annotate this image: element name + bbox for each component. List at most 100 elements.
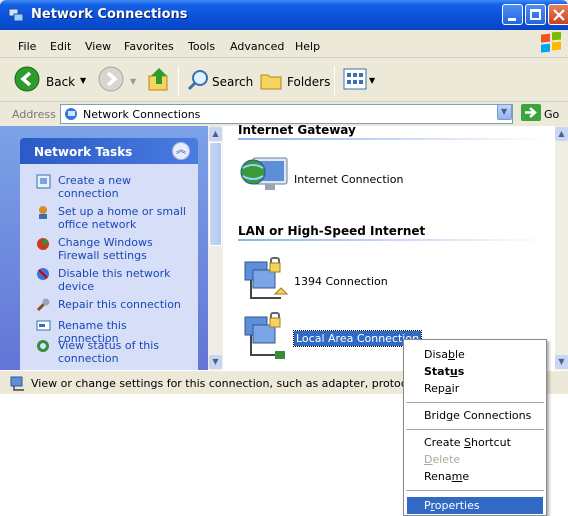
- item-1394-connection[interactable]: 1394 Connection: [294, 275, 388, 288]
- menu-item-repair[interactable]: Repair: [424, 382, 459, 395]
- toolbar-separator: [334, 66, 335, 96]
- menu-separator: [406, 402, 544, 403]
- title-bar[interactable]: Network Connections: [0, 0, 568, 30]
- context-menu: Disable Status Repair Bridge Connections…: [403, 339, 547, 516]
- network-connections-small-icon: [65, 108, 77, 120]
- status-icon: [37, 340, 49, 352]
- menu-text: Stat: [424, 365, 450, 378]
- scroll-up-icon[interactable]: ▲: [209, 127, 222, 141]
- menu-text: Disa: [424, 348, 448, 361]
- menu-separator: [406, 490, 544, 491]
- menu-item-properties[interactable]: Properties: [424, 499, 480, 512]
- local-area-connection-icon[interactable]: [241, 309, 291, 361]
- menu-item-disable[interactable]: Disable: [424, 348, 465, 361]
- address-field[interactable]: Network Connections: [60, 104, 513, 124]
- connections-scrollbar[interactable]: ▲ ▼: [555, 126, 568, 370]
- folders-label: Folders: [287, 75, 331, 89]
- back-dropdown-icon[interactable]: ▼: [80, 76, 86, 85]
- minimize-icon: [508, 18, 516, 21]
- network-tasks-title: Network Tasks: [34, 145, 133, 159]
- folders-icon: [260, 74, 282, 90]
- menu-text: Brid: [424, 409, 447, 422]
- item-local-area-connection[interactable]: Local Area Connection: [292, 330, 423, 347]
- task-create-connection[interactable]: Create a new connection: [58, 174, 188, 200]
- go-arrow-icon: [525, 107, 537, 118]
- menu-file[interactable]: File: [18, 40, 36, 53]
- menu-text: e Connections: [453, 409, 532, 422]
- scroll-up-icon[interactable]: ▲: [555, 127, 568, 141]
- task-repair-connection[interactable]: Repair this connection: [58, 298, 188, 311]
- 1394-connection-icon[interactable]: [241, 254, 291, 304]
- menu-favorites[interactable]: Favorites: [124, 40, 174, 53]
- task-view-status[interactable]: View status of this connection: [58, 339, 188, 365]
- rename-icon: [36, 320, 51, 331]
- status-connection-icon: [10, 376, 24, 391]
- menu-item-rename[interactable]: Rename: [424, 470, 469, 483]
- chevron-down-icon: ▼: [501, 107, 508, 116]
- views-button[interactable]: ▼: [343, 68, 377, 92]
- group-title-lan: LAN or High-Speed Internet: [238, 224, 426, 238]
- minimize-button[interactable]: [502, 4, 523, 25]
- up-folder-icon[interactable]: [147, 66, 171, 92]
- repair-icon: [36, 298, 50, 312]
- views-icon: [343, 68, 367, 90]
- go-label[interactable]: Go: [544, 108, 559, 121]
- internet-connection-icon[interactable]: [239, 152, 291, 198]
- go-button[interactable]: [521, 104, 541, 121]
- menu-text: e: [462, 470, 470, 483]
- scroll-down-icon[interactable]: ▼: [555, 355, 568, 369]
- menu-text: le: [454, 348, 465, 361]
- address-value: Network Connections: [83, 108, 201, 121]
- address-label: Address: [12, 108, 56, 121]
- search-button[interactable]: Search: [187, 66, 253, 94]
- menu-item-create-shortcut[interactable]: Create Shortcut: [424, 436, 511, 449]
- menu-text: s: [457, 365, 465, 378]
- forward-arrow-icon[interactable]: [98, 66, 124, 92]
- menu-item-status[interactable]: Status: [424, 365, 464, 378]
- forward-dropdown-icon[interactable]: ▼: [130, 77, 136, 86]
- menu-separator: [406, 429, 544, 430]
- menu-text: elete: [432, 453, 461, 466]
- address-dropdown-button[interactable]: ▼: [497, 104, 512, 120]
- maximize-icon: [530, 9, 541, 20]
- back-button[interactable]: Back ▼: [14, 66, 94, 94]
- network-tasks-header[interactable]: Network Tasks ︽: [20, 138, 198, 164]
- folders-button[interactable]: Folders: [259, 66, 331, 94]
- menu-text: operties: [434, 499, 480, 512]
- toolbar: Back ▼ ▼ Search Folders ▼: [0, 58, 568, 102]
- menu-edit[interactable]: Edit: [50, 40, 71, 53]
- connections-list: Internet Gateway Internet Connection LAN…: [223, 123, 555, 370]
- views-dropdown-icon: ▼: [369, 76, 376, 85]
- menu-accelerator: b: [448, 348, 455, 361]
- task-firewall-settings[interactable]: Change Windows Firewall settings: [58, 236, 188, 262]
- scroll-thumb[interactable]: [209, 142, 222, 246]
- search-icon: [187, 70, 208, 91]
- menu-text: Rena: [424, 470, 452, 483]
- menu-text: Rep: [424, 382, 445, 395]
- menu-text: hortcut: [471, 436, 511, 449]
- menu-item-bridge-connections[interactable]: Bridge Connections: [424, 409, 531, 422]
- group-title-internet-gateway: Internet Gateway: [238, 123, 356, 137]
- close-button[interactable]: [548, 4, 568, 25]
- maximize-button[interactable]: [525, 4, 546, 25]
- task-setup-home-network[interactable]: Set up a home or small office network: [58, 205, 188, 231]
- back-label: Back: [46, 75, 76, 89]
- menu-text: ir: [451, 382, 460, 395]
- menu-advanced[interactable]: Advanced: [230, 40, 284, 53]
- explorer-window: Network Connections File Edit View Favor…: [0, 0, 568, 394]
- disable-device-icon: [37, 268, 49, 280]
- firewall-icon: [37, 238, 49, 250]
- item-internet-connection[interactable]: Internet Connection: [294, 173, 403, 186]
- menu-item-delete[interactable]: Delete: [424, 453, 460, 466]
- menu-tools[interactable]: Tools: [188, 40, 215, 53]
- home-network-icon: [39, 206, 47, 219]
- task-pane-scrollbar[interactable]: ▲ ▼: [208, 126, 223, 370]
- menu-view[interactable]: View: [85, 40, 111, 53]
- task-disable-device[interactable]: Disable this network device: [58, 267, 188, 293]
- menu-text: Create: [424, 436, 465, 449]
- collapse-chevron-icon[interactable]: ︽: [172, 142, 190, 160]
- menu-help[interactable]: Help: [295, 40, 320, 53]
- scroll-down-icon[interactable]: ▼: [209, 355, 222, 369]
- search-label: Search: [212, 75, 254, 89]
- menu-accelerator: u: [449, 365, 458, 378]
